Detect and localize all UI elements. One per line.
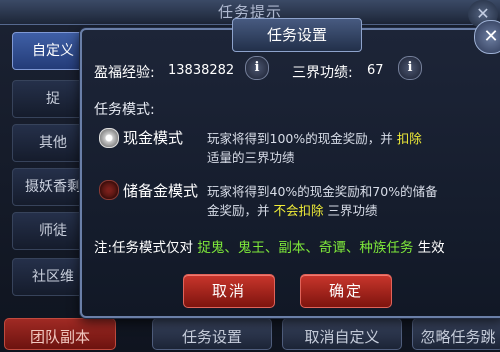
- exp-label: 盈福经验:: [94, 65, 155, 81]
- merit-info-icon[interactable]: i: [398, 56, 422, 80]
- dialog-title-bar: 任务设置: [232, 18, 362, 52]
- team-dungeon-button[interactable]: 团队副本: [4, 318, 116, 350]
- cash-mode-description: 玩家将得到100%的现金奖励，并 扣除 适量的三界功绩: [207, 129, 477, 167]
- cancel-custom-button[interactable]: 取消自定义: [282, 318, 402, 350]
- task-settings-button[interactable]: 任务设置: [152, 318, 272, 350]
- cash-mode-desc-text: 玩家将得到100%的现金奖励，并: [207, 131, 393, 146]
- reserve-mode-desc-text-3: 三界功绩: [327, 203, 378, 218]
- cash-mode-deduct-highlight: 扣除: [396, 131, 422, 146]
- ignore-task-button[interactable]: 忽略任务跳: [412, 318, 500, 350]
- reserve-mode-desc-text-2: 金奖励，并: [207, 203, 270, 218]
- merit-value: 67: [367, 63, 384, 78]
- cash-mode-name[interactable]: 现金模式: [123, 127, 183, 148]
- confirm-button[interactable]: 确定: [300, 274, 392, 308]
- note-task-list: 捉鬼、鬼王、副本、奇谭、种族任务: [197, 240, 414, 256]
- exp-value: 13838282: [168, 63, 235, 78]
- cash-mode-radio[interactable]: [99, 128, 119, 148]
- note-suffix: 生效: [417, 240, 445, 256]
- task-mode-label: 任务模式:: [94, 102, 155, 118]
- cancel-button[interactable]: 取消: [183, 274, 275, 308]
- reserve-mode-desc-text: 玩家将得到40%的现金奖励和70%的储备: [207, 184, 438, 199]
- dialog-title: 任务设置: [266, 26, 327, 44]
- reserve-mode-name[interactable]: 储备金模式: [123, 180, 198, 201]
- dialog-close-icon[interactable]: ✕: [474, 20, 500, 54]
- merit-label: 三界功绩:: [292, 65, 353, 81]
- cash-mode-desc-text-2: 适量的三界功绩: [207, 150, 295, 165]
- task-mode-note: 注:任务模式仅对 捉鬼、鬼王、副本、奇谭、种族任务 生效: [94, 236, 445, 256]
- exp-info-icon[interactable]: i: [245, 56, 269, 80]
- reserve-mode-radio[interactable]: [99, 180, 119, 200]
- note-prefix: 注:任务模式仅对: [94, 240, 194, 256]
- reserve-mode-no-deduct-highlight: 不会扣除: [273, 203, 324, 218]
- reserve-mode-description: 玩家将得到40%的现金奖励和70%的储备 金奖励，并 不会扣除 三界功绩: [207, 182, 477, 220]
